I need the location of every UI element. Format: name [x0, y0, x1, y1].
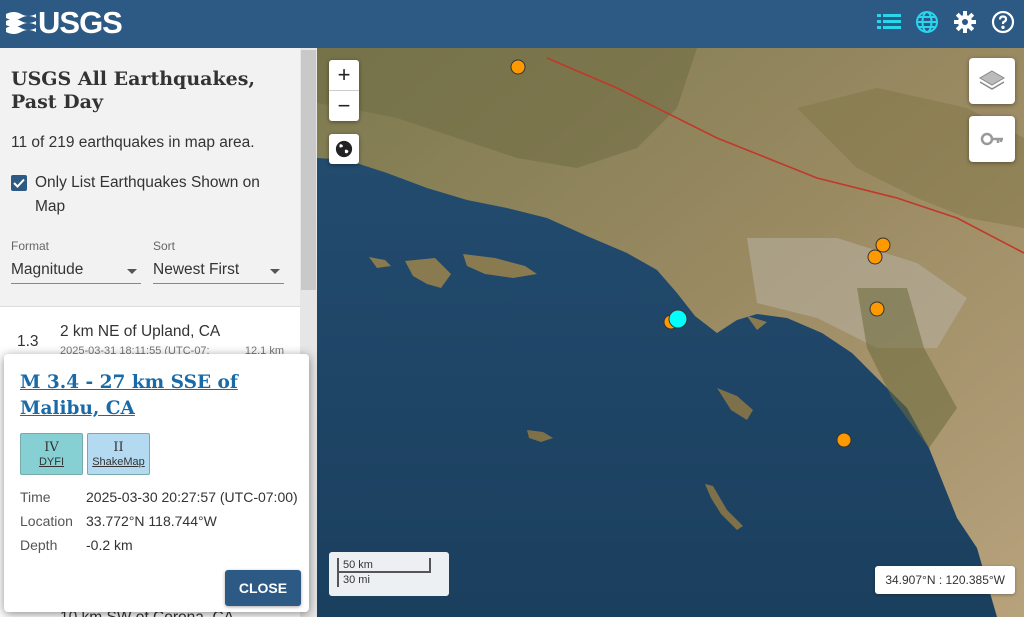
list-icon[interactable] [876, 9, 902, 35]
layers-icon [979, 70, 1005, 90]
layers-button[interactable] [969, 58, 1015, 104]
location-value: 33.772°N 118.744°W [86, 513, 217, 529]
map-scale: 50 km 30 mi [329, 552, 449, 596]
dyfi-badge[interactable]: IV DYFI [20, 433, 83, 475]
zoom-in-button[interactable]: + [329, 60, 359, 90]
sort-label: Sort [153, 239, 176, 253]
format-label: Format [11, 239, 50, 253]
list-item-magnitude: 1.3 [17, 333, 39, 350]
help-icon[interactable] [990, 9, 1016, 35]
shakemap-badge[interactable]: II ShakeMap [87, 433, 150, 475]
only-list-checkbox[interactable] [11, 175, 27, 191]
globe-icon[interactable] [914, 9, 940, 35]
header-bar: USGS [0, 0, 1024, 48]
scale-mi: 30 mi [337, 573, 431, 587]
depth-label: Depth [20, 537, 58, 553]
time-value: 2025-03-30 20:27:57 (UTC-07:00) [86, 489, 298, 505]
feed-title: USGS All Earthquakes, Past Day [11, 68, 256, 113]
sort-value: Newest First [153, 261, 240, 278]
depth-value: -0.2 km [86, 537, 133, 553]
earthquake-popup: M 3.4 - 27 km SSE of Malibu, CA IV DYFI … [4, 354, 309, 612]
earthquake-count: 11 of 219 earthquakes in map area. [11, 134, 255, 151]
map-basemap [317, 48, 1024, 617]
sort-select[interactable]: Newest First [153, 258, 284, 284]
gear-icon[interactable] [952, 9, 978, 35]
zoom-control: + − [329, 60, 359, 121]
sidebar-scrollbar-thumb[interactable] [301, 50, 316, 290]
chevron-down-icon [270, 269, 280, 274]
usgs-logo-text: USGS [38, 5, 123, 40]
dyfi-label: DYFI [38, 456, 65, 468]
scale-km: 50 km [337, 558, 431, 573]
legend-button[interactable] [969, 116, 1015, 162]
cursor-coordinates: 34.907°N : 120.385°W [875, 566, 1015, 594]
key-icon [980, 132, 1003, 146]
map[interactable]: + − 50 km 30 mi 34.907°N : 120.385°W [317, 48, 1024, 617]
only-list-checkbox-row[interactable]: Only List Earthquakes Shown on Map [11, 171, 291, 219]
popup-title-link[interactable]: M 3.4 - 27 km SSE of Malibu, CA [20, 370, 290, 422]
world-view-button[interactable] [329, 134, 359, 164]
only-list-label: Only List Earthquakes Shown on Map [35, 174, 260, 215]
format-value: Magnitude [11, 261, 84, 278]
close-button[interactable]: CLOSE [225, 570, 301, 606]
usgs-wave-icon [6, 12, 36, 34]
usgs-logo[interactable]: USGS [6, 5, 123, 40]
globe-icon [335, 140, 353, 158]
location-label: Location [20, 513, 73, 529]
zoom-out-button[interactable]: − [329, 90, 359, 120]
format-select[interactable]: Magnitude [11, 258, 141, 284]
time-label: Time [20, 489, 51, 505]
dyfi-value: IV [44, 440, 59, 455]
shakemap-label: ShakeMap [92, 456, 145, 468]
chevron-down-icon [127, 269, 137, 274]
shakemap-value: II [113, 440, 124, 455]
list-item-place: 2 km NE of Upland, CA [60, 323, 221, 340]
